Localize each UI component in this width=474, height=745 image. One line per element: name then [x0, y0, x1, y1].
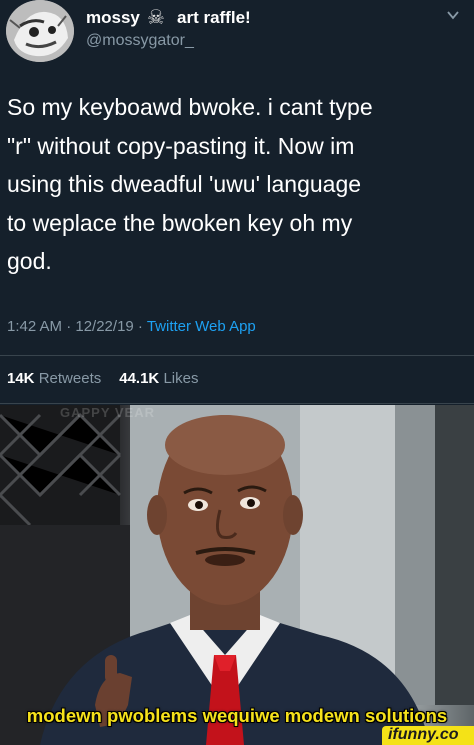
tweet-card: mossy ☠ art raffle! @mossygator_ So my k… [0, 0, 474, 405]
tweet-text: So my keyboawd bwoke. i cant type "r" wi… [7, 94, 373, 274]
avatar[interactable] [6, 0, 74, 62]
divider [0, 355, 474, 356]
likes-count: 44.1K [119, 370, 160, 387]
watermark-text: ifunny.co [388, 726, 459, 743]
ifunny-watermark: ifunny.co [382, 726, 474, 745]
avatar-image [6, 0, 74, 62]
likes-label: Likes [163, 370, 199, 387]
tweet-time: 1:42 AM · 12/22/19 · [7, 318, 147, 335]
meme-caption: modewn pwoblems wequiwe modewn solutions [26, 705, 448, 726]
retweets-stat[interactable]: 14K Retweets [7, 370, 101, 387]
likes-stat[interactable]: 44.1K Likes [119, 370, 198, 387]
divider [0, 403, 474, 404]
retweets-count: 14K [7, 370, 35, 387]
tweet-timestamp: 1:42 AM · 12/22/19 · Twitter Web App [7, 318, 256, 335]
display-name-suffix[interactable]: art raffle! [177, 8, 251, 28]
chevron-down-icon[interactable] [446, 8, 460, 22]
tweet-source-link[interactable]: Twitter Web App [147, 318, 256, 335]
retweets-label: Retweets [38, 370, 102, 387]
user-handle[interactable]: @mossygator_ [86, 32, 194, 50]
faint-watermark-text: GAPPY VEAR [60, 405, 156, 420]
meme-image: GAPPY VEAR modewn pwoblems wequiwe modew… [0, 405, 474, 745]
tweet-stats: 14K Retweets 44.1K Likes [7, 370, 198, 387]
meme-illustration [0, 405, 474, 745]
skull-crossbones-icon: ☠ [147, 7, 165, 29]
display-name[interactable]: mossy [86, 8, 140, 28]
